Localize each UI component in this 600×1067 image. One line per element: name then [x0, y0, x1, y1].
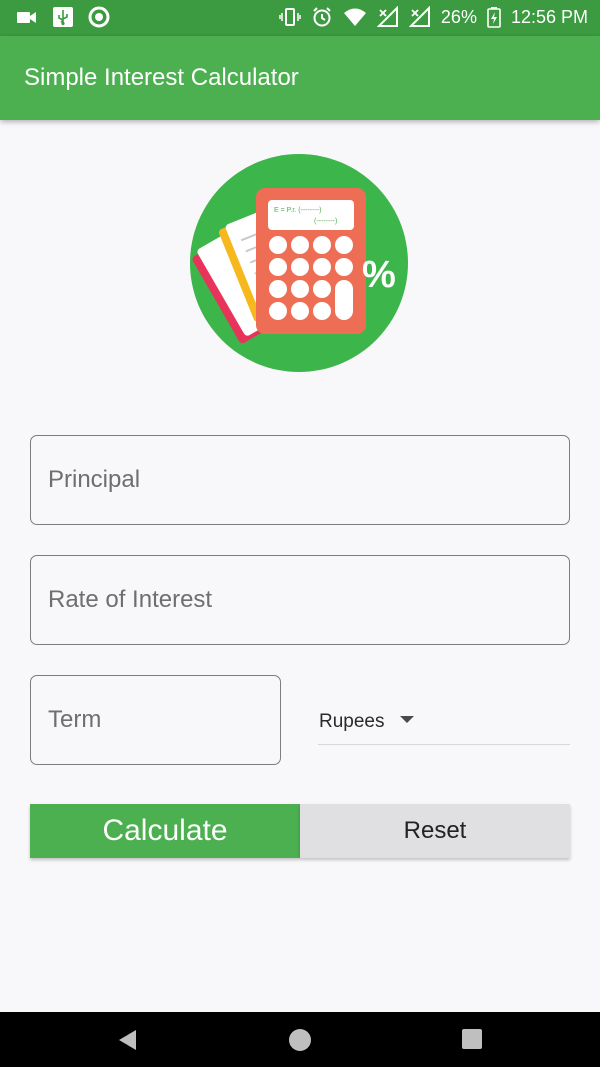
- usb-icon: [52, 6, 74, 28]
- app-bar: Simple Interest Calculator: [0, 36, 600, 120]
- video-camera-icon: [16, 6, 38, 28]
- svg-text:E = P.r. (--------): E = P.r. (--------): [274, 207, 322, 214]
- circle-notification-icon: [88, 6, 110, 28]
- term-placeholder: Term: [48, 706, 102, 733]
- principal-field[interactable]: Principal: [30, 435, 570, 525]
- status-bar: 26% 12:56 PM: [0, 0, 600, 36]
- battery-percent: 26%: [440, 6, 477, 27]
- home-icon[interactable]: [288, 1028, 312, 1057]
- app-title: Simple Interest Calculator: [24, 64, 299, 91]
- clock: 12:56 PM: [510, 6, 588, 27]
- svg-text:%: %: [362, 254, 396, 296]
- back-icon[interactable]: [116, 1028, 140, 1057]
- battery-charging-icon: [487, 6, 501, 28]
- navigation-bar: [0, 1012, 600, 1067]
- currency-dropdown[interactable]: Rupees: [318, 700, 570, 745]
- rate-placeholder: Rate of Interest: [48, 586, 213, 613]
- signal-x-icon: [376, 6, 399, 28]
- term-field[interactable]: Term: [30, 675, 281, 765]
- signal-x-icon: [408, 6, 431, 28]
- calculate-button[interactable]: Calculate: [30, 804, 300, 858]
- dropdown-arrow-icon: [400, 716, 414, 723]
- svg-text:(--------): (--------): [314, 218, 337, 225]
- rate-of-interest-field[interactable]: Rate of Interest: [30, 555, 570, 645]
- principal-placeholder: Principal: [48, 466, 141, 493]
- alarm-icon: [311, 6, 333, 28]
- wifi-icon: [343, 6, 367, 28]
- recents-icon[interactable]: [461, 1028, 483, 1055]
- reset-button[interactable]: Reset: [300, 804, 570, 858]
- vibrate-icon: [279, 6, 301, 28]
- calculator-logo-image: E = P.r. (--------) (--------) %: [190, 154, 408, 372]
- currency-selected-value: Rupees: [319, 711, 385, 732]
